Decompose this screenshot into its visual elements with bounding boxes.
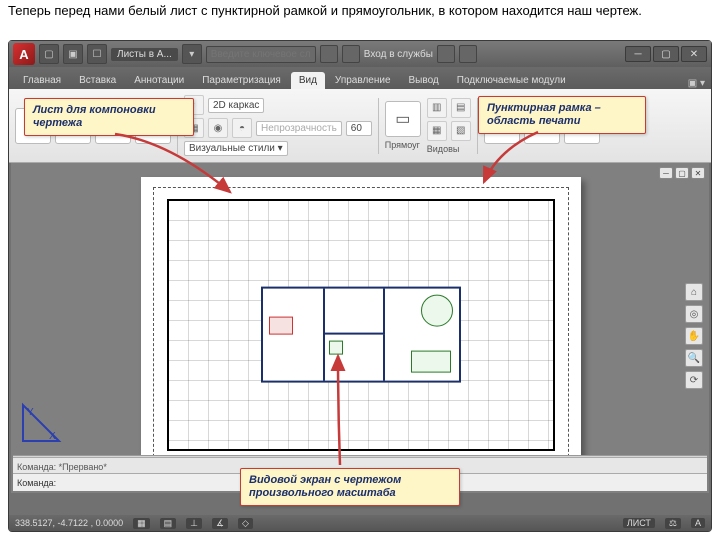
qat-drop-icon[interactable]: ▾ (182, 44, 202, 64)
navbar-orbit-icon[interactable]: ⟳ (685, 371, 703, 389)
vp-new-icon[interactable]: ▧ (451, 121, 471, 141)
vp-join-icon[interactable]: ▤ (451, 98, 471, 118)
svg-text:X: X (49, 431, 56, 442)
callout-sheet: Лист для компоновки чертежа (24, 98, 194, 136)
callout-viewport: Видовой экран с чертежом произвольного м… (240, 468, 460, 506)
search-input[interactable] (206, 46, 316, 63)
app-logo-icon[interactable]: A (13, 43, 35, 65)
status-snap-icon[interactable]: ▦ (133, 518, 150, 529)
callout-dashed: Пунктирная рамка – область печати (478, 96, 646, 134)
layout-sheet[interactable] (141, 177, 581, 477)
vp-max-icon[interactable]: ▢ (675, 167, 689, 179)
viewports-label: Видовы (427, 144, 471, 154)
tab-insert[interactable]: Вставка (71, 72, 124, 89)
status-polar-icon[interactable]: ∡ (212, 518, 228, 529)
opacity-label: Непрозрачность (256, 121, 342, 136)
status-layout-label[interactable]: ЛИСТ (623, 518, 655, 528)
minimize-button[interactable]: ─ (625, 46, 651, 62)
tab-home[interactable]: Главная (15, 72, 69, 89)
status-bar: 338.5127, -4.7122 , 0.0000 ▦ ▤ ⊥ ∡ ◇ ЛИС… (9, 515, 711, 531)
binoculars-icon[interactable] (320, 45, 338, 63)
vp-min-icon[interactable]: ─ (659, 167, 673, 179)
help-icon[interactable] (459, 45, 477, 63)
tab-param[interactable]: Параметризация (194, 72, 289, 89)
navbar-home-icon[interactable]: ⌂ (685, 283, 703, 301)
ribbon-expand-icon[interactable]: ▣ ▾ (688, 78, 705, 89)
visual-style-select[interactable]: 2D каркас (208, 98, 264, 113)
svg-text:Y: Y (27, 407, 34, 418)
qat-open-icon[interactable]: ▣ (63, 44, 83, 64)
tab-annotate[interactable]: Аннотации (126, 72, 192, 89)
maximize-button[interactable]: ▢ (653, 46, 679, 62)
opacity-value[interactable]: 60 (346, 121, 372, 136)
navbar-pan-icon[interactable]: ✋ (685, 327, 703, 345)
navbar-zoom-icon[interactable]: 🔍 (685, 349, 703, 367)
drawing-area[interactable]: ─ ▢ ✕ Y X ⌂ (11, 163, 709, 493)
vp-named-icon[interactable]: ▦ (427, 121, 447, 141)
floor-plan-drawing (261, 287, 461, 383)
style-solid-icon[interactable]: ◉ (208, 118, 228, 138)
qat-save-icon[interactable]: ☐ (87, 44, 107, 64)
tab-plugins[interactable]: Подключаемые модули (449, 72, 574, 89)
navbar-wheel-icon[interactable]: ◎ (685, 305, 703, 323)
exchange-icon[interactable] (437, 45, 455, 63)
tab-output[interactable]: Вывод (401, 72, 447, 89)
status-osnap-icon[interactable]: ◇ (238, 518, 253, 529)
vp-close-icon[interactable]: ✕ (691, 167, 705, 179)
doc-title: Листы в А... (111, 48, 178, 61)
status-coords: 338.5127, -4.7122 , 0.0000 (15, 518, 123, 528)
status-grid-icon[interactable]: ▤ (160, 518, 177, 529)
titlebar: A ▢ ▣ ☐ Листы в А... ▾ Вход в службы ─ ▢… (9, 41, 711, 67)
ucs-icon: Y X (19, 399, 65, 445)
tab-manage[interactable]: Управление (327, 72, 399, 89)
viewport-rect-label: Прямоуг (385, 140, 421, 150)
ribbon-tabs: Главная Вставка Аннотации Параметризация… (9, 67, 711, 89)
status-ortho-icon[interactable]: ⊥ (186, 518, 202, 529)
qat-new-icon[interactable]: ▢ (39, 44, 59, 64)
viewport-frame[interactable] (167, 199, 555, 451)
caption-text: Теперь перед нами белый лист с пунктирно… (0, 0, 720, 21)
user-icon[interactable] (342, 45, 360, 63)
status-scale-icon[interactable]: ⚖ (665, 518, 681, 529)
tab-view[interactable]: Вид (291, 72, 325, 89)
status-ann-icon[interactable]: A (691, 518, 705, 528)
close-button[interactable]: ✕ (681, 46, 707, 62)
vp-clip-icon[interactable]: ▥ (427, 98, 447, 118)
nav-bar: ⌂ ◎ ✋ 🔍 ⟳ (685, 283, 703, 389)
viewport-window-controls: ─ ▢ ✕ (659, 167, 705, 179)
viewport-rect-icon[interactable]: ▭ (385, 101, 421, 137)
visual-styles-group[interactable]: Визуальные стили ▾ (184, 141, 288, 156)
signin-label[interactable]: Вход в службы (364, 49, 433, 60)
style-shadow-icon[interactable]: ◓ (232, 118, 252, 138)
